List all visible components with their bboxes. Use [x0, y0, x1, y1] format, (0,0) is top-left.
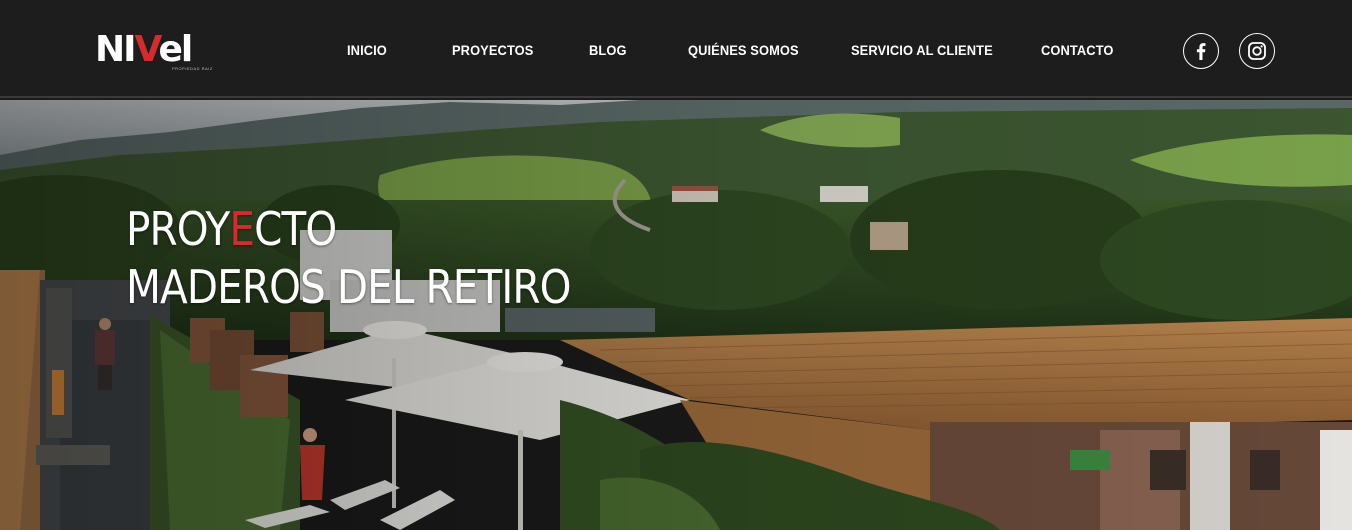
nav-item-blog[interactable]: BLOG — [589, 42, 627, 58]
logo-text-part: NI — [95, 29, 137, 70]
nav-item-proyectos[interactable]: PROYECTOS — [452, 42, 533, 58]
logo-tagline: PROPIEDAD RAIZ — [172, 66, 213, 71]
hero-title: PROYECTO MADEROS DEL RETIRO — [126, 200, 571, 316]
facebook-icon — [1196, 42, 1206, 60]
nav-item-quienes-somos[interactable]: QUIÉNES SOMOS — [688, 42, 799, 58]
nav-item-contacto[interactable]: CONTACTO — [1041, 42, 1114, 58]
instagram-icon — [1248, 42, 1266, 60]
logo-text-part: el — [158, 29, 193, 70]
logo-accent-letter: V — [134, 29, 161, 70]
logo-wordmark: NIVel — [95, 29, 193, 70]
instagram-button[interactable] — [1239, 33, 1275, 69]
hero-title-text: CTO — [254, 202, 337, 256]
hero-title-accent-letter: E — [229, 202, 255, 256]
hero-title-line-2: MADEROS DEL RETIRO — [126, 260, 571, 314]
hero-banner: PROYECTO MADEROS DEL RETIRO — [0, 100, 1352, 530]
nivel-logo[interactable]: NIVel PROPIEDAD RAIZ — [95, 29, 212, 72]
hero-title-line-1: PROYECTO — [126, 200, 571, 258]
nav-item-inicio[interactable]: INICIO — [347, 42, 387, 58]
site-header: NIVel PROPIEDAD RAIZ INICIO PROYECTOS BL… — [0, 0, 1352, 98]
hero-title-text: PROY — [126, 202, 230, 256]
facebook-button[interactable] — [1183, 33, 1219, 69]
nav-item-servicio-al-cliente[interactable]: SERVICIO AL CLIENTE — [851, 42, 993, 58]
